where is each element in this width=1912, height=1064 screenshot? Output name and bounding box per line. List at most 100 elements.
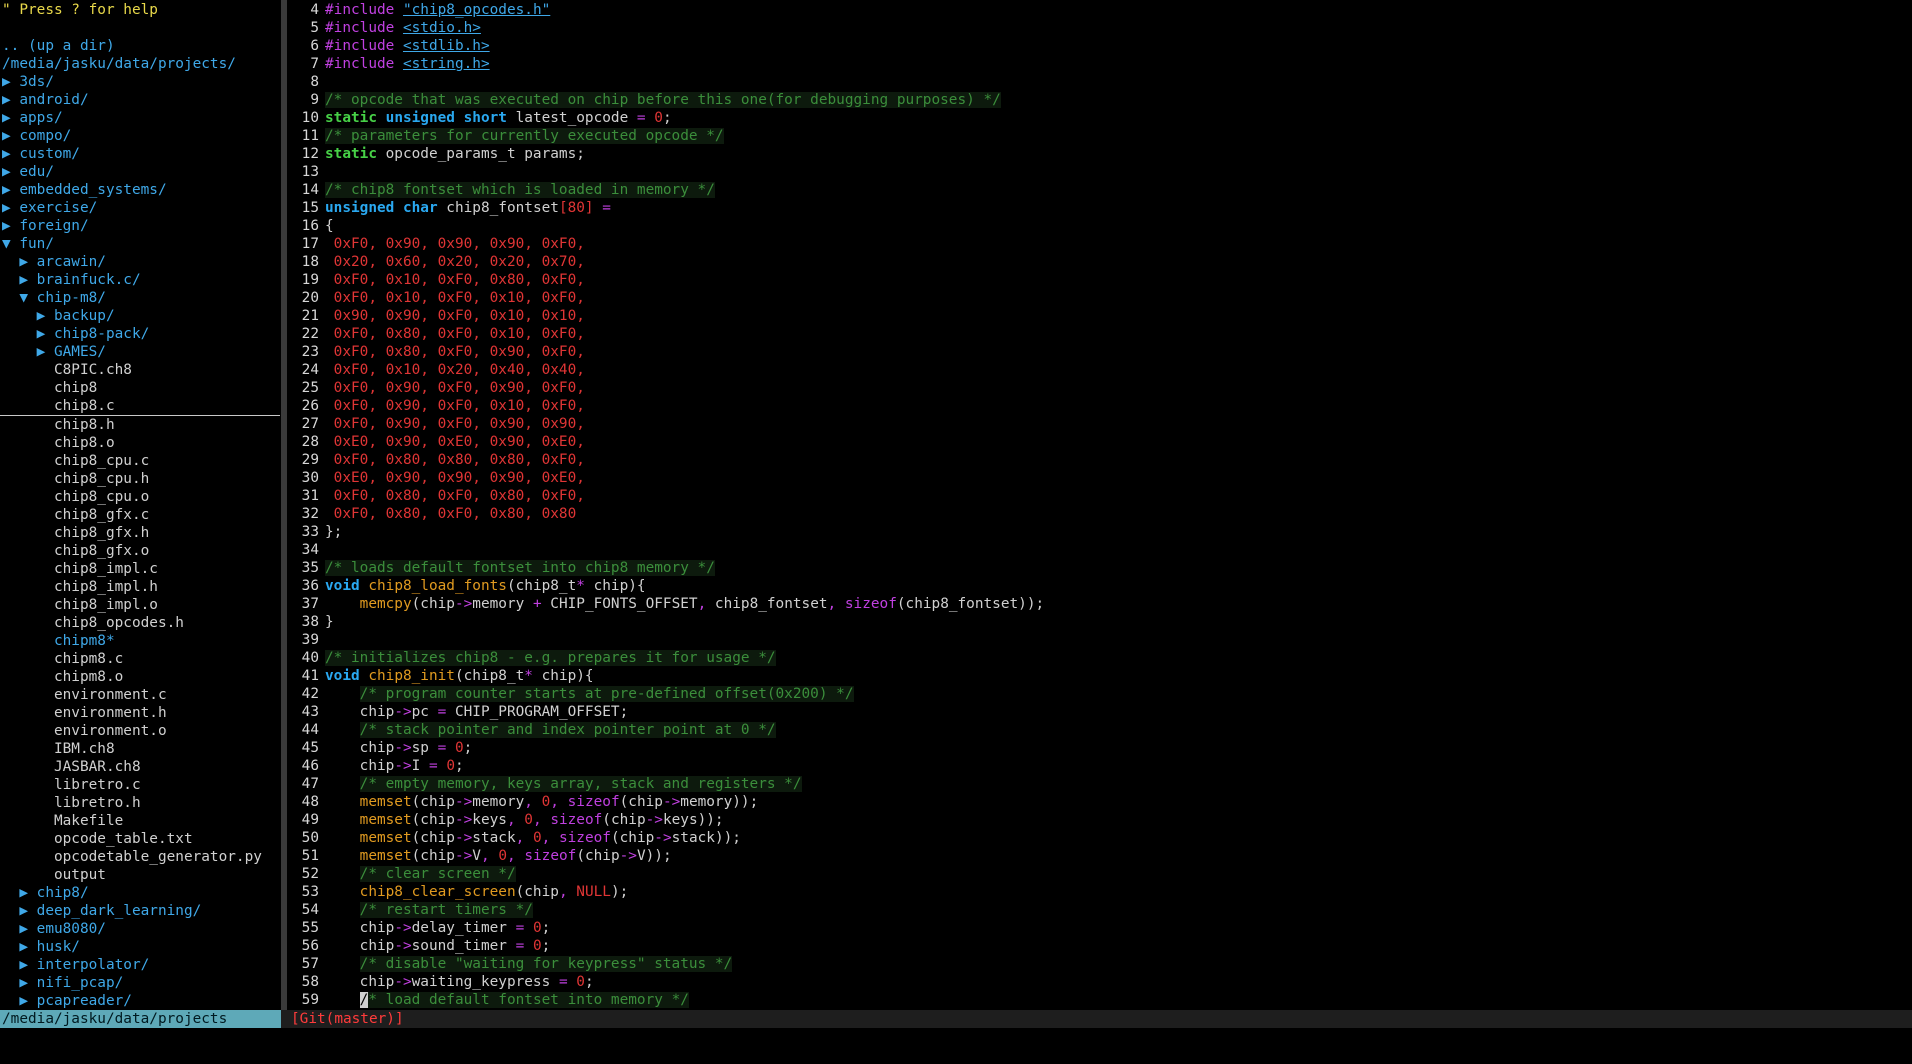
tree-directory[interactable]: ▶ chip8/ [0,884,280,902]
tree-file[interactable]: chip8 [0,379,280,397]
tree-file[interactable]: chip8_cpu.o [0,488,280,506]
tree-directory[interactable]: ▶ brainfuck.c/ [0,271,280,289]
code-line[interactable]: 45 chip->sp = 0; [289,739,1912,757]
code-line[interactable]: 54 /* restart timers */ [289,901,1912,919]
tree-directory[interactable]: ▶ exercise/ [0,199,280,217]
code-line[interactable]: 51 memset(chip->V, 0, sizeof(chip->V)); [289,847,1912,865]
code-line[interactable]: 21 0x90, 0x90, 0xF0, 0x10, 0x10, [289,307,1912,325]
tree-file[interactable]: chip8_gfx.c [0,506,280,524]
tree-file[interactable]: chip8.h [0,416,280,434]
tree-file[interactable]: IBM.ch8 [0,740,280,758]
tree-file[interactable]: chip8_gfx.h [0,524,280,542]
tree-directory[interactable]: ▶ chip8-pack/ [0,325,280,343]
tree-file[interactable]: chip8_impl.c [0,560,280,578]
code-line[interactable]: 40 /* initializes chip8 - e.g. prepares i… [289,649,1912,667]
nerdtree-panel[interactable]: " Press ? for help .. (up a dir)/media/ja… [0,1,280,1011]
tree-directory[interactable]: .. (up a dir) [0,37,280,55]
tree-file[interactable]: libretro.h [0,794,280,812]
tree-directory[interactable]: ▶ 3ds/ [0,73,280,91]
tree-file[interactable]: chip8_impl.o [0,596,280,614]
tree-directory[interactable]: ▶ deep_dark_learning/ [0,902,280,920]
code-line[interactable]: 34 [289,541,1912,559]
code-line[interactable]: 57 /* disable "waiting for keypress" sta… [289,955,1912,973]
window-separator[interactable] [281,0,287,1010]
tree-file[interactable]: libretro.c [0,776,280,794]
tree-directory[interactable]: ▶ GAMES/ [0,343,280,361]
code-line[interactable]: 38} [289,613,1912,631]
tree-directory[interactable]: ▶ backup/ [0,307,280,325]
code-line[interactable]: 13 [289,163,1912,181]
code-line[interactable]: 43 chip->pc = CHIP_PROGRAM_OFFSET; [289,703,1912,721]
tree-file[interactable]: chipm8.o [0,668,280,686]
tree-file[interactable]: C8PIC.ch8 [0,361,280,379]
tree-file[interactable]: chip8.o [0,434,280,452]
tree-file[interactable]: Makefile [0,812,280,830]
tree-directory[interactable]: ▶ pcapreader/ [0,992,280,1010]
code-line[interactable]: 50 memset(chip->stack, 0, sizeof(chip->s… [289,829,1912,847]
tree-file-selected[interactable]: chip8.c [0,397,280,416]
tree-executable[interactable]: chipm8* [0,632,280,650]
tree-directory[interactable]: ▶ husk/ [0,938,280,956]
code-line[interactable]: 32 0xF0, 0x80, 0xF0, 0x80, 0x80 [289,505,1912,523]
tree-directory[interactable]: ▶ edu/ [0,163,280,181]
code-line[interactable]: 33}; [289,523,1912,541]
code-line[interactable]: 5 #include <stdio.h> [289,19,1912,37]
code-line[interactable]: 56 chip->sound_timer = 0; [289,937,1912,955]
code-line[interactable]: 14 /* chip8 fontset which is loaded in me… [289,181,1912,199]
code-line[interactable]: 27 0xF0, 0x90, 0xF0, 0x90, 0x90, [289,415,1912,433]
tree-file[interactable]: chip8_gfx.o [0,542,280,560]
code-line[interactable]: 47 /* empty memory, keys array, stack an… [289,775,1912,793]
code-line[interactable]: 30 0xE0, 0x90, 0x90, 0x90, 0xE0, [289,469,1912,487]
tree-root-path[interactable]: /media/jasku/data/projects/ [0,55,280,73]
code-line[interactable]: 11 /* parameters for currently executed o… [289,127,1912,145]
code-line[interactable]: 6 #include <stdlib.h> [289,37,1912,55]
code-line[interactable]: 35 /* loads default fontset into chip8 me… [289,559,1912,577]
tree-file[interactable]: chip8_cpu.h [0,470,280,488]
tree-directory[interactable]: ▶ arcawin/ [0,253,280,271]
tree-directory[interactable]: ▶ android/ [0,91,280,109]
code-line[interactable]: 36 void chip8_load_fonts(chip8_t* chip){ [289,577,1912,595]
tree-directory[interactable]: ▼ chip-m8/ [0,289,280,307]
tree-directory[interactable]: ▶ emu8080/ [0,920,280,938]
tree-directory[interactable]: ▼ fun/ [0,235,280,253]
tree-file[interactable]: chip8_opcodes.h [0,614,280,632]
code-line[interactable]: 24 0xF0, 0x10, 0x20, 0x40, 0x40, [289,361,1912,379]
code-line[interactable]: 28 0xE0, 0x90, 0xE0, 0x90, 0xE0, [289,433,1912,451]
code-line[interactable]: 41 void chip8_init(chip8_t* chip){ [289,667,1912,685]
code-line[interactable]: 29 0xF0, 0x80, 0x80, 0x80, 0xF0, [289,451,1912,469]
code-line[interactable]: 17 0xF0, 0x90, 0x90, 0x90, 0xF0, [289,235,1912,253]
code-line[interactable]: 25 0xF0, 0x90, 0xF0, 0x90, 0xF0, [289,379,1912,397]
code-line[interactable]: 26 0xF0, 0x90, 0xF0, 0x10, 0xF0, [289,397,1912,415]
tree-file[interactable]: environment.h [0,704,280,722]
code-line[interactable]: 53 chip8_clear_screen(chip, NULL); [289,883,1912,901]
code-line[interactable]: 31 0xF0, 0x80, 0xF0, 0x80, 0xF0, [289,487,1912,505]
code-editor[interactable]: 4 #include "chip8_opcodes.h" 5 #include <st… [289,1,1912,1011]
code-line[interactable]: 20 0xF0, 0x10, 0xF0, 0x10, 0xF0, [289,289,1912,307]
code-line[interactable]: 55 chip->delay_timer = 0; [289,919,1912,937]
code-line[interactable]: 19 0xF0, 0x10, 0xF0, 0x80, 0xF0, [289,271,1912,289]
code-line[interactable]: 22 0xF0, 0x80, 0xF0, 0x10, 0xF0, [289,325,1912,343]
tree-directory[interactable]: ▶ embedded_systems/ [0,181,280,199]
code-line[interactable]: 12 static opcode_params_t params; [289,145,1912,163]
code-line[interactable]: 16 { [289,217,1912,235]
tree-file[interactable]: opcodetable_generator.py [0,848,280,866]
code-line[interactable]: 23 0xF0, 0x80, 0xF0, 0x90, 0xF0, [289,343,1912,361]
tree-directory[interactable]: ▶ nifi_pcap/ [0,974,280,992]
tree-directory[interactable]: ▶ compo/ [0,127,280,145]
code-line[interactable]: 46 chip->I = 0; [289,757,1912,775]
tree-file[interactable]: chip8_impl.h [0,578,280,596]
tree-directory[interactable]: ▶ custom/ [0,145,280,163]
code-line[interactable]: 48 memset(chip->memory, 0, sizeof(chip->… [289,793,1912,811]
tree-directory[interactable]: ▶ interpolator/ [0,956,280,974]
code-line[interactable]: 8 [289,73,1912,91]
code-line[interactable]: 42 /* program counter starts at pre-defi… [289,685,1912,703]
tree-file[interactable]: chipm8.c [0,650,280,668]
code-line[interactable]: 10 static unsigned short latest_opcode = … [289,109,1912,127]
code-line[interactable]: 4 #include "chip8_opcodes.h" [289,1,1912,19]
tree-file[interactable]: output [0,866,280,884]
code-line[interactable]: 7 #include <string.h> [289,55,1912,73]
code-line[interactable]: 52 /* clear screen */ [289,865,1912,883]
tree-file[interactable]: environment.c [0,686,280,704]
tree-directory[interactable]: ▶ foreign/ [0,217,280,235]
code-line[interactable]: 39 [289,631,1912,649]
